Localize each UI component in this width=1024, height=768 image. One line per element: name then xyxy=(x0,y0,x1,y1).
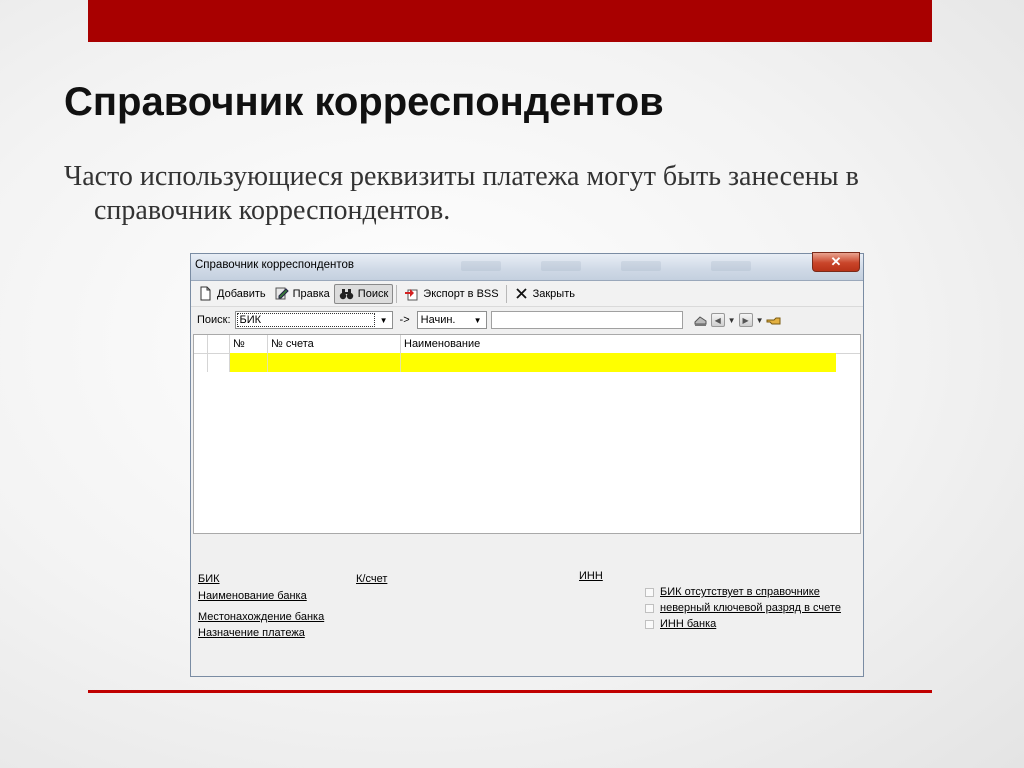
edit-button-label: Правка xyxy=(292,287,330,300)
grid-header-indicator xyxy=(194,335,208,353)
chevron-down-icon: ▼ xyxy=(473,315,482,325)
titlebar-background-shape xyxy=(541,261,581,271)
next-result-icon[interactable]: ▶ xyxy=(738,313,753,327)
inn-link[interactable]: ИНН xyxy=(579,570,603,582)
column-header-account[interactable]: № счета xyxy=(268,335,401,353)
export-bss-button[interactable]: Экспорт в BSS xyxy=(400,284,502,304)
column-header-number[interactable]: № xyxy=(230,335,268,353)
export-icon xyxy=(404,286,419,301)
check-bank-inn[interactable]: ИНН банка xyxy=(645,618,716,630)
close-x-icon xyxy=(514,286,529,301)
payment-purpose-link[interactable]: Назначение платежа xyxy=(198,627,305,639)
search-bar: Поиск: БИК ▼ -> Начин. ▼ ◀ ▼ ▶ ▼ xyxy=(191,308,863,332)
grid-header: № № счета Наименование xyxy=(194,335,860,354)
checkbox[interactable] xyxy=(645,619,654,629)
column-header-name[interactable]: Наименование xyxy=(401,335,836,353)
search-mode-value: Начин. xyxy=(420,314,456,326)
chevron-down-icon[interactable]: ▼ xyxy=(756,316,764,325)
search-label: Поиск: xyxy=(197,314,231,326)
export-button-label: Экспорт в BSS xyxy=(423,287,499,300)
row-account-cell[interactable] xyxy=(268,353,401,372)
search-button-label: Поиск xyxy=(357,287,389,300)
slide-bottom-line xyxy=(88,690,932,693)
correspondents-grid[interactable]: № № счета Наименование xyxy=(193,334,861,534)
previous-result-icon[interactable]: ◀ xyxy=(710,313,725,327)
correspondents-window: Справочник корреспондентов ✕ Добавить Пр… xyxy=(190,252,864,677)
search-button[interactable]: Поиск xyxy=(333,283,394,304)
toolbar-separator xyxy=(505,284,507,303)
bank-location-link[interactable]: Местонахождение банка xyxy=(198,611,324,623)
slide-body-text: Часто использующиеся реквизиты платежа м… xyxy=(64,161,859,226)
titlebar-background-shape xyxy=(711,261,751,271)
close-icon: ✕ xyxy=(830,254,842,269)
toolbar-separator xyxy=(396,284,398,303)
row-name-cell[interactable] xyxy=(401,353,836,372)
search-nav-icons: ◀ ▼ ▶ ▼ xyxy=(693,313,782,328)
row-indicator-cell xyxy=(194,353,208,372)
details-panel: БИК К/счет ИНН Наименование банка Местон… xyxy=(191,536,863,676)
toolbar: Добавить Правка Поиск Экспорт в BSS Закр… xyxy=(191,281,863,307)
arrow-text: -> xyxy=(399,314,410,326)
row-blank-cell xyxy=(208,353,230,372)
check-bik-missing[interactable]: БИК отсутствует в справочнике xyxy=(645,586,820,598)
check-wrong-key-digit-label: неверный ключевой разряд в счете xyxy=(660,602,841,614)
close-button-label: Закрыть xyxy=(532,287,575,300)
chevron-down-icon[interactable]: ▼ xyxy=(728,316,736,325)
window-close-button[interactable]: ✕ xyxy=(812,252,860,272)
bank-name-link[interactable]: Наименование банка xyxy=(198,590,307,602)
window-titlebar[interactable]: Справочник корреспондентов ✕ xyxy=(191,252,863,281)
titlebar-background-shape xyxy=(621,261,661,271)
search-mode-select[interactable]: Начин. ▼ xyxy=(416,311,487,329)
add-button[interactable]: Добавить xyxy=(194,284,270,304)
pointing-hand-icon[interactable] xyxy=(766,313,781,328)
clear-search-icon[interactable] xyxy=(693,313,708,328)
slide-title: Справочник корреспондентов xyxy=(64,80,664,124)
search-field-select[interactable]: БИК ▼ xyxy=(234,311,393,329)
account-link[interactable]: К/счет xyxy=(356,573,387,585)
edit-button[interactable]: Правка xyxy=(270,284,334,304)
bik-link[interactable]: БИК xyxy=(198,573,220,585)
window-title: Справочник корреспондентов xyxy=(195,259,355,271)
search-field-value: БИК xyxy=(236,313,375,327)
binoculars-icon xyxy=(339,286,354,301)
new-document-icon xyxy=(198,286,213,301)
check-bank-inn-label: ИНН банка xyxy=(660,618,717,630)
check-wrong-key-digit[interactable]: неверный ключевой разряд в счете xyxy=(645,602,841,614)
titlebar-background-shape xyxy=(461,261,501,271)
checkbox[interactable] xyxy=(645,587,654,597)
chevron-down-icon: ▼ xyxy=(379,315,388,325)
add-button-label: Добавить xyxy=(217,287,266,300)
close-button[interactable]: Закрыть xyxy=(510,284,579,304)
search-query-input[interactable] xyxy=(490,311,683,329)
row-number-cell[interactable] xyxy=(230,353,268,372)
slide-top-bar xyxy=(88,0,932,42)
grid-header-blank xyxy=(208,335,230,353)
check-bik-missing-label: БИК отсутствует в справочнике xyxy=(660,586,820,598)
edit-document-icon xyxy=(274,286,289,301)
checkbox[interactable] xyxy=(645,603,654,613)
table-row[interactable] xyxy=(194,353,836,372)
